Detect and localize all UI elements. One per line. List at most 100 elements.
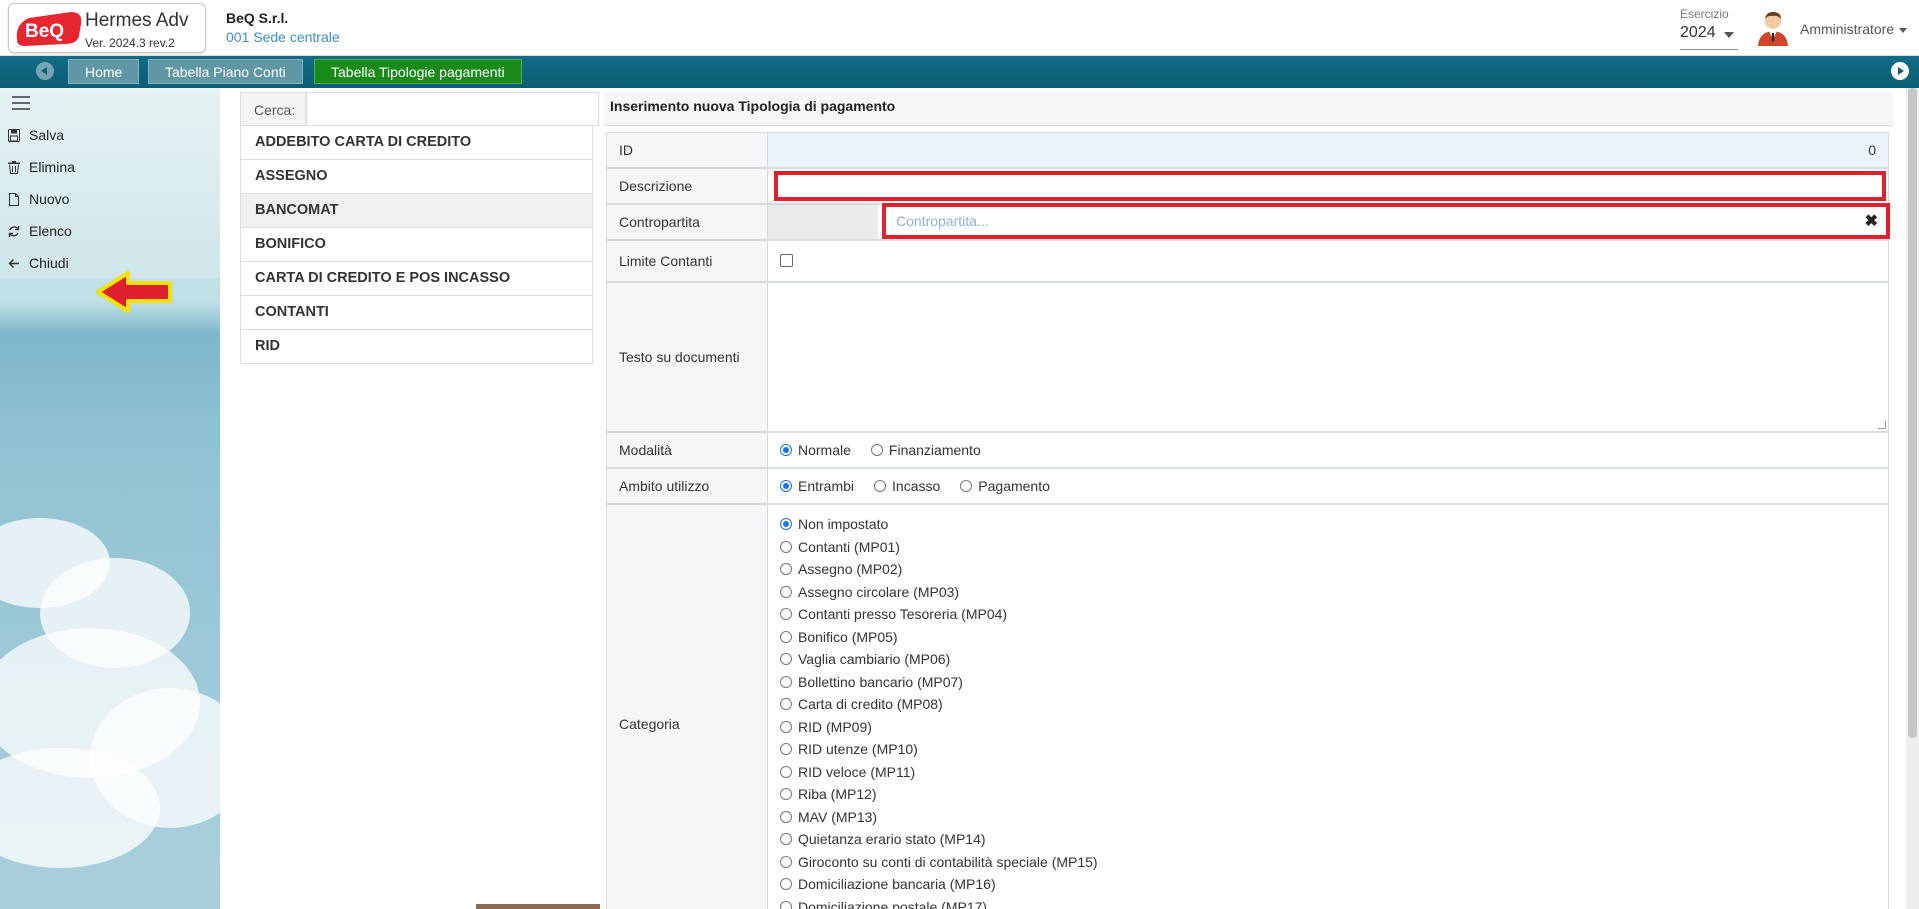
radio-icon[interactable] bbox=[874, 480, 887, 492]
ambito-radio-group: Entrambi Incasso Pagamento bbox=[780, 469, 1070, 503]
list-item[interactable]: BANCOMAT bbox=[240, 194, 593, 228]
radio-icon[interactable] bbox=[780, 855, 792, 868]
year-select[interactable]: 2024 bbox=[1680, 24, 1738, 50]
categoria-option[interactable]: Vaglia cambiario (MP06) bbox=[780, 648, 1098, 671]
radio-icon[interactable] bbox=[780, 675, 792, 688]
categoria-option[interactable]: Non impostato bbox=[780, 513, 1098, 536]
categoria-option[interactable]: Contanti (MP01) bbox=[780, 536, 1098, 559]
radio-icon[interactable] bbox=[780, 720, 792, 733]
beq-logo: BeQ bbox=[16, 12, 82, 46]
categoria-option[interactable]: Domiciliazione bancaria (MP16) bbox=[780, 873, 1098, 896]
background-image-strip bbox=[476, 904, 600, 909]
tab-home[interactable]: Home bbox=[68, 59, 140, 84]
radio-selected-icon[interactable] bbox=[780, 444, 792, 456]
search-input[interactable] bbox=[306, 92, 599, 126]
categoria-option[interactable]: Assegno circolare (MP03) bbox=[780, 581, 1098, 604]
save-icon bbox=[8, 129, 20, 142]
descrizione-input[interactable] bbox=[774, 171, 1886, 201]
categoria-radio-group: Non impostato Contanti (MP01) Assegno (M… bbox=[780, 513, 1098, 909]
tab-bar: Home Tabella Piano Conti Tabella Tipolog… bbox=[0, 56, 1919, 88]
radio-icon[interactable] bbox=[780, 765, 792, 778]
form-panel: Inserimento nuova Tipologia di pagamento… bbox=[604, 92, 1893, 909]
page-scrollbar[interactable] bbox=[1906, 88, 1919, 909]
categoria-option[interactable]: Bonifico (MP05) bbox=[780, 626, 1098, 649]
list-item[interactable]: RID bbox=[240, 330, 593, 364]
id-label: ID bbox=[607, 133, 768, 167]
categoria-option[interactable]: Giroconto su conti di contabilità specia… bbox=[780, 851, 1098, 874]
testo-documenti-label: Testo su documenti bbox=[607, 283, 768, 431]
ambito-option-pagamento[interactable]: Pagamento bbox=[960, 478, 1050, 494]
list-item[interactable]: ADDEBITO CARTA DI CREDITO bbox=[240, 126, 593, 160]
radio-icon[interactable] bbox=[780, 810, 792, 823]
radio-icon[interactable] bbox=[780, 630, 792, 643]
limite-contanti-label: Limite Contanti bbox=[607, 241, 768, 281]
list-item[interactable]: CARTA DI CREDITO E POS INCASSO bbox=[240, 262, 593, 296]
list-item[interactable]: ASSEGNO bbox=[240, 160, 593, 194]
sidebar-item-elimina[interactable]: Elimina bbox=[8, 156, 75, 178]
sidebar-item-salva[interactable]: Salva bbox=[8, 124, 64, 146]
resize-handle-icon[interactable] bbox=[1878, 421, 1886, 429]
company-site-link[interactable]: 001 Sede centrale bbox=[226, 29, 340, 45]
sidebar-item-nuovo[interactable]: Nuovo bbox=[8, 188, 69, 210]
radio-selected-icon[interactable] bbox=[780, 518, 792, 531]
radio-icon[interactable] bbox=[780, 608, 792, 621]
radio-icon[interactable] bbox=[960, 480, 973, 492]
radio-icon[interactable] bbox=[780, 563, 792, 576]
radio-icon[interactable] bbox=[780, 585, 792, 598]
user-menu[interactable]: Amministratore bbox=[1800, 21, 1894, 37]
radio-icon[interactable] bbox=[780, 900, 792, 909]
radio-icon[interactable] bbox=[870, 444, 883, 456]
modalita-option-finanziamento[interactable]: Finanziamento bbox=[870, 442, 981, 458]
radio-icon[interactable] bbox=[780, 878, 792, 891]
radio-icon[interactable] bbox=[780, 540, 792, 553]
tab-piano-conti[interactable]: Tabella Piano Conti bbox=[148, 59, 303, 84]
categoria-option[interactable]: Riba (MP12) bbox=[780, 783, 1098, 806]
user-avatar-icon[interactable] bbox=[1756, 10, 1790, 46]
sidebar-menu-area bbox=[0, 88, 220, 278]
list-item[interactable]: CONTANTI bbox=[240, 296, 593, 330]
categoria-option[interactable]: Bollettino bancario (MP07) bbox=[780, 671, 1098, 694]
categoria-option[interactable]: Domiciliazione postale (MP17) bbox=[780, 896, 1098, 909]
limite-contanti-checkbox[interactable] bbox=[780, 254, 793, 267]
categoria-option[interactable]: Assegno (MP02) bbox=[780, 558, 1098, 581]
year-value: 2024 bbox=[1680, 24, 1716, 41]
modalita-option-normale[interactable]: Normale bbox=[780, 442, 851, 458]
radio-icon[interactable] bbox=[780, 788, 792, 801]
scrollbar-thumb[interactable] bbox=[1908, 88, 1917, 738]
ambito-option-incasso[interactable]: Incasso bbox=[874, 478, 940, 494]
categoria-option[interactable]: MAV (MP13) bbox=[780, 806, 1098, 829]
modalita-radio-group: Normale Finanziamento bbox=[780, 433, 1001, 467]
hamburger-menu-icon[interactable] bbox=[12, 96, 30, 110]
list-item[interactable]: BONIFICO bbox=[240, 228, 593, 262]
tab-tipologie-pagamenti[interactable]: Tabella Tipologie pagamenti bbox=[314, 59, 522, 84]
company-name: BeQ S.r.l. bbox=[226, 10, 289, 26]
sidebar-item-elenco[interactable]: Elenco bbox=[8, 220, 72, 242]
radio-icon[interactable] bbox=[780, 743, 792, 756]
categoria-option[interactable]: RID (MP09) bbox=[780, 716, 1098, 739]
radio-icon[interactable] bbox=[780, 833, 792, 846]
refresh-icon bbox=[8, 226, 20, 237]
id-row: ID 0 bbox=[606, 132, 1889, 168]
contropartita-input[interactable]: Contropartita... ✖ bbox=[882, 203, 1890, 239]
radio-icon[interactable] bbox=[780, 698, 792, 711]
tab-scroll-right-icon[interactable] bbox=[1891, 62, 1909, 80]
sidebar-item-label: Salva bbox=[29, 127, 65, 143]
app-logo-box[interactable]: BeQ Hermes Adv Ver. 2024.3 rev.2 bbox=[8, 3, 206, 53]
close-icon[interactable]: ✖ bbox=[1865, 208, 1878, 236]
radio-icon[interactable] bbox=[780, 653, 792, 666]
form-title: Inserimento nuova Tipologia di pagamento bbox=[604, 92, 1893, 126]
ambito-option-entrambi[interactable]: Entrambi bbox=[780, 478, 854, 494]
limite-contanti-row: Limite Contanti bbox=[606, 240, 1889, 282]
categoria-option[interactable]: RID veloce (MP11) bbox=[780, 761, 1098, 784]
categoria-option[interactable]: Quietanza erario stato (MP14) bbox=[780, 828, 1098, 851]
chevron-down-icon[interactable] bbox=[1899, 28, 1907, 33]
contropartita-code-field[interactable] bbox=[768, 205, 878, 239]
testo-documenti-textarea[interactable] bbox=[768, 283, 1888, 431]
radio-selected-icon[interactable] bbox=[780, 480, 792, 492]
sidebar-item-label: Chiudi bbox=[29, 255, 69, 271]
categoria-option[interactable]: Carta di credito (MP08) bbox=[780, 693, 1098, 716]
tab-scroll-left-icon[interactable] bbox=[36, 62, 54, 80]
categoria-option[interactable]: RID utenze (MP10) bbox=[780, 738, 1098, 761]
categoria-option[interactable]: Contanti presso Tesoreria (MP04) bbox=[780, 603, 1098, 626]
sidebar-item-chiudi[interactable]: Chiudi bbox=[8, 252, 69, 274]
